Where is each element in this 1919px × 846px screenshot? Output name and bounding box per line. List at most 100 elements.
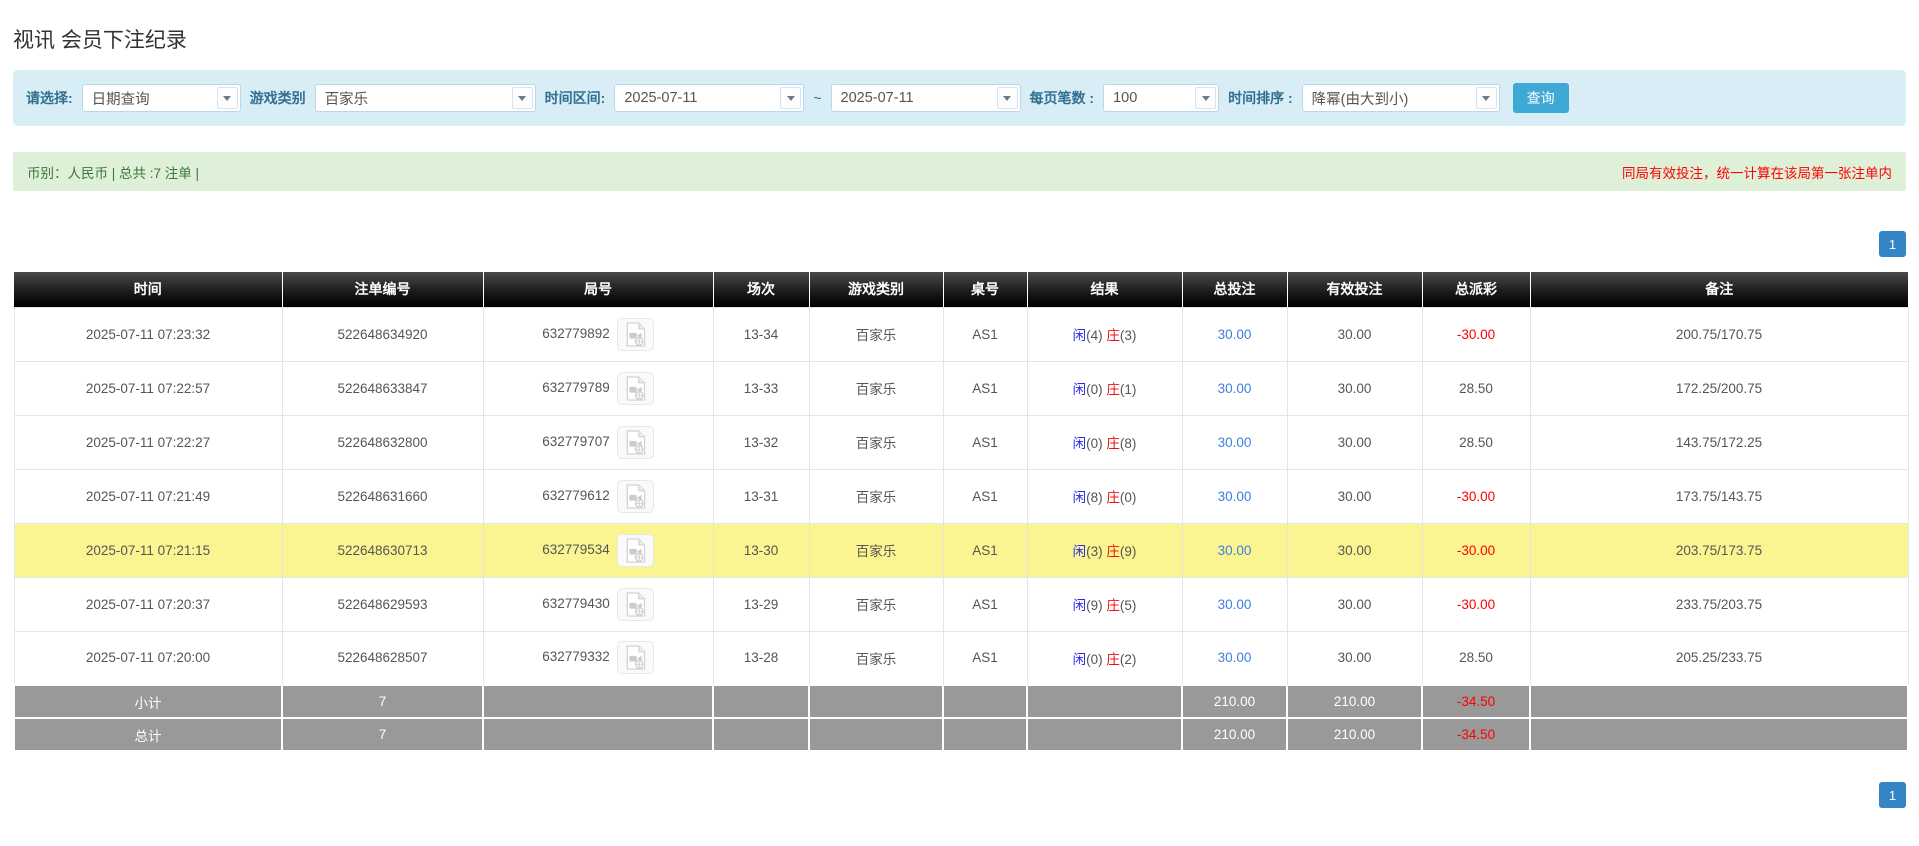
cell-valid-bet: 30.00 <box>1287 469 1422 523</box>
result-player-points: (4) <box>1086 328 1106 343</box>
query-mode-dropdown-button[interactable] <box>217 87 238 109</box>
cell-game-type: 百家乐 <box>809 631 943 685</box>
page-size-label: 每页笔数 : <box>1030 88 1095 108</box>
time-sort-dropdown-button[interactable] <box>1476 87 1497 109</box>
cell-payout: 28.50 <box>1422 361 1530 415</box>
chevron-down-icon <box>787 96 795 101</box>
cell-total-bet: 30.00 <box>1182 415 1287 469</box>
date-to-value: 2025-07-11 <box>832 90 995 106</box>
total-bet-link[interactable]: 30.00 <box>1218 597 1252 612</box>
cell-game-type: 百家乐 <box>809 307 943 361</box>
round-id-text: 632779707 <box>542 434 610 449</box>
result-banker-label: 庄 <box>1106 328 1120 343</box>
round-id-text: 632779612 <box>542 488 610 503</box>
video-replay-button[interactable] <box>617 480 654 513</box>
cell-total-bet: 30.00 <box>1182 523 1287 577</box>
total-bet-link[interactable]: 30.00 <box>1218 435 1252 450</box>
cell-table-no: AS1 <box>943 361 1027 415</box>
video-replay-button[interactable] <box>617 641 654 674</box>
video-replay-button[interactable] <box>617 588 654 621</box>
cell-valid-bet: 30.00 <box>1287 415 1422 469</box>
footer-empty-table-no <box>943 718 1027 751</box>
result-banker-label: 庄 <box>1106 436 1120 451</box>
result-player-points: (0) <box>1086 652 1106 667</box>
cell-payout: -30.00 <box>1422 577 1530 631</box>
cell-payout: 28.50 <box>1422 631 1530 685</box>
filter-bar: 请选择: 日期查询 游戏类别 百家乐 时间区间: 2025-07-11 ~ 20… <box>13 70 1906 126</box>
cell-bet-id: 522648634920 <box>282 307 483 361</box>
cell-round-id: 632779612 <box>483 469 713 523</box>
cell-session: 13-29 <box>713 577 809 631</box>
summary-currency-text: 币别：人民币 | 总共 :7 注单 | <box>27 162 199 182</box>
video-replay-button[interactable] <box>617 426 654 459</box>
page-container: 视讯 会员下注纪录 请选择: 日期查询 游戏类别 百家乐 时间区间: 2025-… <box>0 24 1919 808</box>
column-header-10: 备注 <box>1530 272 1908 307</box>
search-button[interactable]: 查询 <box>1513 83 1569 113</box>
table-row: 2025-07-11 07:20:37522648629593632779430… <box>14 577 1908 631</box>
cell-time: 2025-07-11 07:23:32 <box>14 307 282 361</box>
footer-valid-bet: 210.00 <box>1287 718 1422 751</box>
result-banker-label: 庄 <box>1106 652 1120 667</box>
total-bet-link[interactable]: 30.00 <box>1218 381 1252 396</box>
date-range-label: 时间区间: <box>545 88 606 108</box>
round-id-text: 632779892 <box>542 326 610 341</box>
total-bet-link[interactable]: 30.00 <box>1218 327 1252 342</box>
cell-total-bet: 30.00 <box>1182 631 1287 685</box>
cell-table-no: AS1 <box>943 307 1027 361</box>
date-to-select[interactable]: 2025-07-11 <box>831 84 1021 112</box>
query-mode-select[interactable]: 日期查询 <box>82 84 241 112</box>
total-bet-link[interactable]: 30.00 <box>1218 650 1252 665</box>
cell-bet-id: 522648628507 <box>282 631 483 685</box>
cell-time: 2025-07-11 07:21:15 <box>14 523 282 577</box>
result-player-points: (8) <box>1086 490 1106 505</box>
cell-bet-id: 522648632800 <box>282 415 483 469</box>
cell-valid-bet: 30.00 <box>1287 523 1422 577</box>
column-header-1: 注单编号 <box>282 272 483 307</box>
result-banker-points: (5) <box>1120 598 1137 613</box>
total-bet-link[interactable]: 30.00 <box>1218 489 1252 504</box>
date-to-dropdown-button[interactable] <box>997 87 1018 109</box>
game-type-dropdown-button[interactable] <box>512 87 533 109</box>
result-player-points: (0) <box>1086 436 1106 451</box>
date-from-value: 2025-07-11 <box>615 90 778 106</box>
result-banker-points: (2) <box>1120 652 1137 667</box>
footer-valid-bet: 210.00 <box>1287 685 1422 718</box>
game-type-select[interactable]: 百家乐 <box>315 84 536 112</box>
cell-remark: 205.25/233.75 <box>1530 631 1908 685</box>
video-replay-button[interactable] <box>617 534 654 567</box>
cell-total-bet: 30.00 <box>1182 307 1287 361</box>
column-header-6: 结果 <box>1027 272 1182 307</box>
cell-game-type: 百家乐 <box>809 361 943 415</box>
video-replay-button[interactable] <box>617 318 654 351</box>
pagination-bottom: 1 <box>13 782 1906 808</box>
result-banker-label: 庄 <box>1106 598 1120 613</box>
footer-empty-session <box>713 685 809 718</box>
cell-game-type: 百家乐 <box>809 469 943 523</box>
date-from-dropdown-button[interactable] <box>780 87 801 109</box>
cell-session: 13-28 <box>713 631 809 685</box>
page-1-button[interactable]: 1 <box>1879 231 1906 257</box>
page-size-select[interactable]: 100 <box>1103 84 1219 112</box>
date-from-select[interactable]: 2025-07-11 <box>614 84 804 112</box>
total-bet-link[interactable]: 30.00 <box>1218 543 1252 558</box>
footer-empty-game-type <box>809 718 943 751</box>
footer-total-bet: 210.00 <box>1182 718 1287 751</box>
round-id-text: 632779534 <box>542 542 610 557</box>
time-sort-value: 降幂(由大到小) <box>1303 88 1474 109</box>
page-1-button[interactable]: 1 <box>1879 782 1906 808</box>
video-replay-button[interactable] <box>617 372 654 405</box>
cell-round-id: 632779332 <box>483 631 713 685</box>
time-sort-select[interactable]: 降幂(由大到小) <box>1302 84 1500 112</box>
footer-empty-round-id <box>483 685 713 718</box>
result-player-label: 闲 <box>1073 544 1087 559</box>
pagination-top: 1 <box>13 231 1906 257</box>
page-size-dropdown-button[interactable] <box>1195 87 1216 109</box>
cell-result: 闲(0) 庄(8) <box>1027 415 1182 469</box>
cell-table-no: AS1 <box>943 415 1027 469</box>
footer-empty-table-no <box>943 685 1027 718</box>
cell-time: 2025-07-11 07:20:00 <box>14 631 282 685</box>
cell-remark: 143.75/172.25 <box>1530 415 1908 469</box>
game-type-label: 游戏类别 <box>250 88 306 108</box>
table-row: 2025-07-11 07:20:00522648628507632779332… <box>14 631 1908 685</box>
result-player-points: (9) <box>1086 598 1106 613</box>
